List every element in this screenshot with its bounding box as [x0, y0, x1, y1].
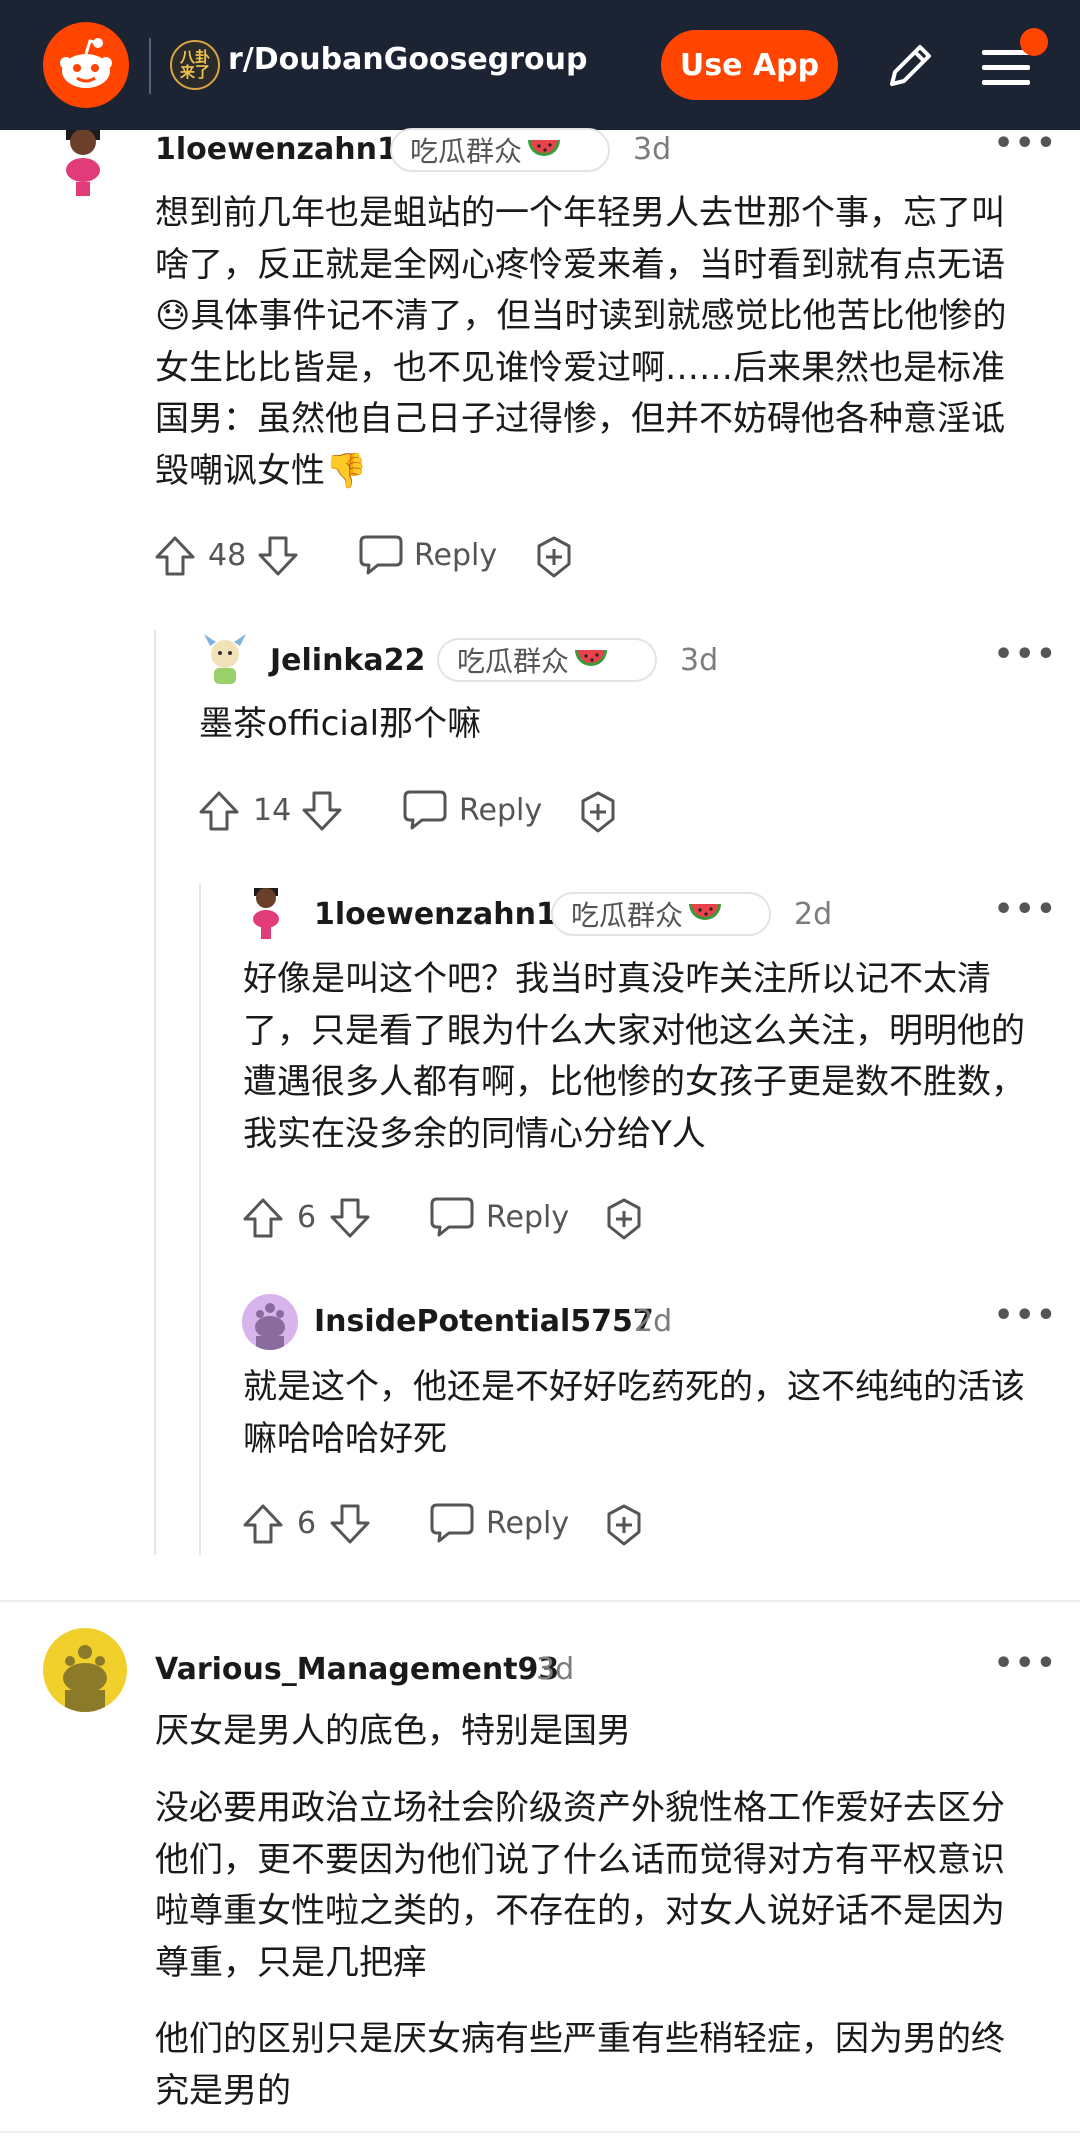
more-icon[interactable]: •••	[994, 637, 1058, 672]
reply-button[interactable]: Reply	[486, 1506, 569, 1541]
comment-username[interactable]: InsidePotential5757	[314, 1304, 654, 1339]
subreddit-name[interactable]: r/DoubanGoosegroup	[228, 42, 587, 77]
comment-body: 就是这个，他还是不好好吃药死的，这不纯纯的活该嘛哈哈哈好死	[243, 1367, 1025, 1459]
reply-icon[interactable]	[402, 788, 448, 832]
vote-count: 6	[297, 1200, 317, 1235]
flair-text: 吃瓜群众	[457, 645, 570, 678]
comment-timestamp: 3d	[536, 1652, 575, 1687]
vote-count: 48	[208, 538, 247, 573]
flair-text: 吃瓜群众	[410, 135, 523, 168]
more-icon[interactable]: •••	[994, 1646, 1058, 1681]
user-flair: 吃瓜群众	[551, 892, 771, 936]
comment-username[interactable]: 1loewenzahn1	[314, 897, 557, 932]
header-divider	[149, 38, 151, 94]
notification-dot	[1020, 28, 1048, 56]
more-icon[interactable]: •••	[994, 892, 1058, 927]
avatar[interactable]	[48, 130, 116, 198]
upvote-icon[interactable]	[197, 789, 241, 833]
comment-timestamp: 3d	[633, 132, 672, 167]
reply-icon[interactable]	[358, 533, 404, 577]
comment-separator	[0, 1600, 1080, 1602]
downvote-icon[interactable]	[300, 789, 344, 833]
vote-count: 14	[253, 793, 292, 828]
downvote-icon[interactable]	[328, 1502, 372, 1546]
award-icon[interactable]	[602, 1197, 646, 1241]
downvote-icon[interactable]	[328, 1196, 372, 1240]
comment-paragraph: 厌女是男人的底色，特别是国男	[155, 1711, 631, 1751]
avatar[interactable]	[200, 632, 250, 686]
comment-paragraph: 没必要用政治立场社会阶级资产外貌性格工作爱好去区分他们，更不要因为他们说了什么话…	[155, 1788, 1005, 1983]
award-icon[interactable]	[602, 1503, 646, 1547]
pencil-icon[interactable]	[880, 36, 940, 96]
more-icon[interactable]: •••	[994, 126, 1058, 161]
subreddit-icon-text: 八卦 来了	[179, 48, 210, 81]
avatar[interactable]	[244, 888, 288, 940]
upvote-icon[interactable]	[153, 534, 197, 578]
watermelon-icon	[526, 136, 562, 164]
upvote-icon[interactable]	[241, 1196, 285, 1240]
user-flair: 吃瓜群众	[390, 128, 610, 172]
user-flair: 吃瓜群众	[437, 638, 657, 682]
more-icon[interactable]: •••	[994, 1298, 1058, 1333]
comment-body: 墨茶official那个嘛	[199, 704, 482, 744]
flair-text: 吃瓜群众	[571, 899, 684, 932]
thread-line	[199, 884, 201, 1555]
comment-timestamp: 3d	[680, 643, 719, 678]
vote-count: 6	[297, 1506, 317, 1541]
comment-body: 想到前几年也是蛆站的一个年轻男人去世那个事，忘了叫啥了，反正就是全网心疼怜爱来着…	[155, 193, 1007, 491]
use-app-button[interactable]: Use App	[661, 30, 838, 100]
reply-button[interactable]: Reply	[486, 1200, 569, 1235]
comment-body: 好像是叫这个吧？我当时真没咋关注所以记不太清了，只是看了眼为什么大家对他这么关注…	[243, 959, 1025, 1154]
subreddit-icon[interactable]: 八卦 来了	[170, 40, 220, 90]
comment-username[interactable]: Jelinka22	[270, 643, 425, 678]
bottom-separator	[0, 2131, 1080, 2133]
reddit-logo-icon[interactable]	[43, 22, 129, 108]
comment-username[interactable]: 1loewenzahn1	[155, 132, 398, 167]
comment-timestamp: 2d	[794, 897, 833, 932]
avatar[interactable]	[242, 1294, 298, 1350]
reply-icon[interactable]	[429, 1195, 475, 1239]
watermelon-icon	[573, 646, 609, 674]
comment-username[interactable]: Various_Management93	[155, 1652, 559, 1687]
reply-button[interactable]: Reply	[414, 538, 497, 573]
top-bar: 八卦 来了 r/DoubanGoosegroup Use App	[0, 0, 1080, 130]
reply-button[interactable]: Reply	[459, 793, 542, 828]
comment-timestamp: 2d	[634, 1304, 673, 1339]
reply-icon[interactable]	[429, 1501, 475, 1545]
avatar[interactable]	[43, 1628, 127, 1712]
award-icon[interactable]	[576, 790, 620, 834]
upvote-icon[interactable]	[241, 1502, 285, 1546]
comment-paragraph: 他们的区别只是厌女病有些严重有些稍轻症，因为男的终究是男的	[155, 2019, 1005, 2111]
downvote-icon[interactable]	[256, 534, 300, 578]
award-icon[interactable]	[532, 535, 576, 579]
watermelon-icon	[687, 900, 723, 928]
thread-line	[154, 630, 156, 1555]
